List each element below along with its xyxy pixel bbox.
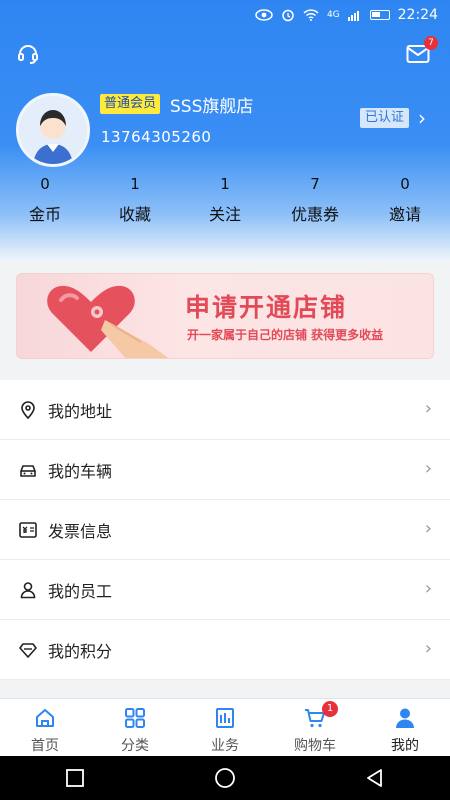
stat-following[interactable]: 1 关注 bbox=[180, 173, 270, 231]
stat-favorites[interactable]: 1 收藏 bbox=[90, 173, 180, 231]
open-shop-banner[interactable]: 申请开通店铺 开一家属于自己的店铺 获得更多收益 bbox=[16, 273, 434, 359]
tab-business[interactable]: 业务 bbox=[180, 699, 270, 756]
stat-label: 收藏 bbox=[118, 205, 151, 224]
stat-coins[interactable]: 0 金币 bbox=[0, 173, 90, 231]
stat-label: 优惠券 bbox=[290, 205, 339, 224]
diamond-icon bbox=[19, 642, 37, 658]
verified-badge[interactable]: 已认证 bbox=[360, 108, 410, 128]
profile-chevron-icon[interactable]: › bbox=[418, 106, 426, 130]
banner-title: 申请开通店铺 bbox=[185, 293, 348, 322]
cart-badge: 1 bbox=[322, 701, 338, 717]
back-triangle-icon[interactable] bbox=[365, 768, 385, 788]
stat-label: 关注 bbox=[208, 205, 241, 224]
phone-number: 13764305260 bbox=[101, 128, 212, 146]
tab-cart[interactable]: 1 购物车 bbox=[270, 699, 360, 756]
chevron-right-icon: › bbox=[424, 518, 432, 539]
stat-label: 金币 bbox=[28, 205, 61, 224]
chevron-right-icon: › bbox=[424, 458, 432, 479]
home-circle-icon[interactable] bbox=[214, 767, 236, 789]
menu-item-label: 发票信息 bbox=[48, 521, 113, 541]
system-nav-bar bbox=[0, 756, 450, 800]
alarm-icon bbox=[282, 9, 294, 22]
headset-support-icon[interactable] bbox=[16, 42, 40, 66]
bottom-tab-bar: 首页 分类 业务 1 购物车 我的 bbox=[0, 698, 450, 756]
stat-value: 1 bbox=[220, 175, 230, 193]
recent-apps-icon[interactable] bbox=[65, 768, 85, 788]
heart-hand-icon bbox=[47, 285, 169, 358]
stat-invite[interactable]: 0 邀请 bbox=[360, 173, 450, 231]
mail-badge: 7 bbox=[424, 36, 438, 50]
user-icon bbox=[396, 708, 414, 728]
menu-item-staff[interactable]: 我的员工 › bbox=[0, 560, 450, 620]
grid-icon bbox=[125, 708, 145, 728]
status-bar: 4G 22:24 bbox=[0, 0, 450, 30]
menu-item-address[interactable]: 我的地址 › bbox=[0, 380, 450, 440]
signal-icon bbox=[347, 11, 359, 21]
menu-list: 我的地址 › 我的车辆 › 发票信息 › 我的员工 › 我的积分 › bbox=[0, 380, 450, 680]
menu-item-label: 我的员工 bbox=[48, 581, 113, 601]
menu-item-invoice[interactable]: 发票信息 › bbox=[0, 500, 450, 560]
menu-item-vehicles[interactable]: 我的车辆 › bbox=[0, 440, 450, 500]
banner-subtitle: 开一家属于自己的店铺 获得更多收益 bbox=[187, 328, 384, 342]
menu-item-label: 我的地址 bbox=[48, 401, 113, 421]
stat-value: 1 bbox=[130, 175, 140, 193]
chevron-right-icon: › bbox=[424, 398, 432, 419]
stat-value: 7 bbox=[310, 175, 320, 193]
invoice-icon bbox=[19, 521, 37, 538]
signal-type-label: 4G bbox=[326, 10, 340, 20]
chevron-right-icon: › bbox=[424, 578, 432, 599]
header-actions: 7 bbox=[0, 36, 450, 72]
stat-value: 0 bbox=[400, 175, 410, 193]
avatar-person-icon bbox=[19, 96, 87, 164]
menu-item-label: 我的积分 bbox=[48, 641, 113, 661]
member-level-badge: 普通会员 bbox=[100, 94, 161, 114]
tab-label: 我的 bbox=[391, 738, 419, 754]
menu-item-points[interactable]: 我的积分 › bbox=[0, 620, 450, 680]
stat-label: 邀请 bbox=[388, 205, 421, 224]
tab-category[interactable]: 分类 bbox=[90, 699, 180, 756]
person-icon bbox=[20, 581, 36, 598]
menu-item-label: 我的车辆 bbox=[48, 461, 113, 481]
car-icon bbox=[20, 464, 36, 477]
tab-label: 首页 bbox=[31, 738, 59, 754]
chevron-right-icon: › bbox=[424, 638, 432, 659]
avatar[interactable] bbox=[16, 93, 90, 167]
tab-label: 分类 bbox=[121, 738, 149, 754]
home-icon bbox=[36, 709, 54, 727]
wifi-icon bbox=[303, 9, 319, 21]
tab-label: 购物车 bbox=[294, 738, 336, 754]
building-icon bbox=[216, 708, 234, 728]
clock: 22:24 bbox=[397, 7, 438, 23]
tab-label: 业务 bbox=[211, 738, 239, 754]
battery-icon bbox=[369, 10, 390, 20]
shop-name: SSS旗舰店 bbox=[170, 97, 254, 117]
tab-home[interactable]: 首页 bbox=[0, 699, 90, 756]
stat-coupons[interactable]: 7 优惠券 bbox=[270, 173, 360, 231]
stat-value: 0 bbox=[40, 175, 50, 193]
location-pin-icon bbox=[21, 400, 35, 419]
eye-icon bbox=[255, 9, 273, 21]
tab-mine[interactable]: 我的 bbox=[360, 699, 450, 756]
stats-row: 0 金币 1 收藏 1 关注 7 优惠券 0 邀请 bbox=[0, 173, 450, 231]
